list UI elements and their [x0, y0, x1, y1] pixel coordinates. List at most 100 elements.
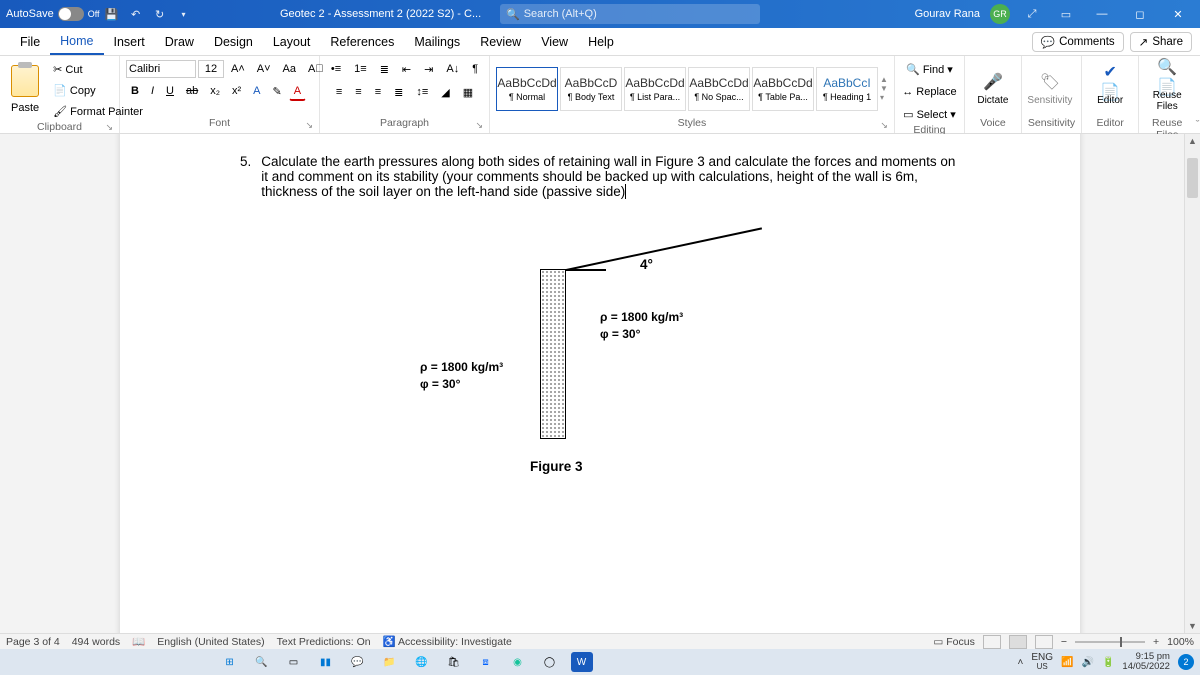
notifications-button[interactable]: 2 [1178, 654, 1194, 670]
paste-button[interactable]: Paste [6, 99, 44, 117]
dialog-launcher-icon[interactable]: ↘ [305, 120, 313, 131]
find-button[interactable]: 🔍 Find ▾ [901, 60, 958, 79]
scroll-thumb[interactable] [1187, 158, 1198, 198]
text-predictions-indicator[interactable]: Text Predictions: On [277, 636, 371, 648]
battery-icon[interactable]: 🔋 [1102, 657, 1114, 668]
align-left-button[interactable]: ≡ [331, 83, 347, 102]
word-icon[interactable]: W [571, 652, 593, 672]
highlight-button[interactable]: ✎ [268, 82, 287, 101]
collapse-ribbon-button[interactable]: ˇ [1195, 119, 1200, 133]
editor-button[interactable]: ✔📄Editor [1088, 71, 1132, 106]
taskbar-search-icon[interactable]: 🔍 [251, 652, 273, 672]
tab-insert[interactable]: Insert [104, 28, 155, 55]
zoom-level[interactable]: 100% [1167, 636, 1194, 648]
italic-button[interactable]: I [146, 82, 159, 101]
sensitivity-button[interactable]: 🏷Sensitivity [1028, 71, 1072, 106]
indent-button[interactable]: ⇥ [419, 60, 438, 79]
style-body-text[interactable]: AaBbCcD¶ Body Text [560, 67, 622, 111]
reuse-files-button[interactable]: 🔍📄Reuse Files [1145, 66, 1189, 112]
font-name-select[interactable] [126, 60, 196, 78]
dialog-launcher-icon[interactable]: ↘ [105, 122, 113, 133]
vertical-scrollbar[interactable]: ▲ ▼ [1184, 134, 1200, 633]
tab-help[interactable]: Help [578, 28, 624, 55]
start-button[interactable]: ⊞ [219, 652, 241, 672]
grammarly-icon[interactable]: ◉ [507, 652, 529, 672]
search-input[interactable]: 🔍 Search (Alt+Q) [500, 4, 760, 24]
share-button[interactable]: ↗Share [1130, 32, 1192, 52]
tab-file[interactable]: File [10, 28, 50, 55]
store-icon[interactable]: 🛍 [443, 652, 465, 672]
text-effects-button[interactable]: A [248, 82, 265, 101]
select-button[interactable]: ▭ Select ▾ [898, 105, 961, 124]
tab-draw[interactable]: Draw [155, 28, 204, 55]
task-view-icon[interactable]: ▭ [283, 652, 305, 672]
spell-check-icon[interactable]: 📖 [132, 635, 145, 648]
autosave-toggle[interactable]: AutoSave Off [6, 7, 100, 21]
dialog-launcher-icon[interactable]: ↘ [880, 120, 888, 131]
tab-references[interactable]: References [320, 28, 404, 55]
language-indicator[interactable]: English (United States) [157, 636, 264, 648]
shading-button[interactable]: ◢ [436, 83, 454, 102]
tab-mailings[interactable]: Mailings [404, 28, 470, 55]
scroll-up-icon[interactable]: ▲ [1185, 134, 1200, 148]
explorer-icon[interactable]: 📁 [379, 652, 401, 672]
chrome-icon[interactable]: ◯ [539, 652, 561, 672]
redo-icon[interactable]: ↻ [152, 8, 168, 21]
subscript-button[interactable]: x₂ [205, 82, 225, 101]
focus-mode-button[interactable]: ▭ Focus [933, 636, 974, 648]
user-name[interactable]: Gourav Rana [915, 8, 980, 20]
multilevel-button[interactable]: ≣ [375, 60, 394, 79]
comments-button[interactable]: 💬Comments [1032, 32, 1124, 52]
tab-home[interactable]: Home [50, 28, 103, 55]
style-normal[interactable]: AaBbCcDd¶ Normal [496, 67, 558, 111]
page-indicator[interactable]: Page 3 of 4 [6, 636, 60, 648]
line-spacing-button[interactable]: ↕≡ [411, 83, 433, 102]
edge-icon[interactable]: 🌐 [411, 652, 433, 672]
widgets-icon[interactable]: ▮▮ [315, 652, 337, 672]
grow-font-button[interactable]: A˄ [226, 60, 250, 78]
style-heading1[interactable]: AaBbCcI¶ Heading 1 [816, 67, 878, 111]
tray-overflow-icon[interactable]: ˄ [1018, 657, 1024, 668]
save-icon[interactable]: 💾 [104, 8, 120, 21]
dictate-button[interactable]: 🎤Dictate [971, 71, 1015, 106]
chat-icon[interactable]: 💬 [347, 652, 369, 672]
accessibility-indicator[interactable]: ♿ Accessibility: Investigate [383, 635, 512, 648]
align-right-button[interactable]: ≡ [370, 83, 386, 102]
numbering-button[interactable]: 1≡ [349, 60, 372, 79]
style-table-para[interactable]: AaBbCcDd¶ Table Pa... [752, 67, 814, 111]
volume-icon[interactable]: 🔊 [1082, 657, 1094, 668]
document-area[interactable]: 5. Calculate the earth pressures along b… [0, 134, 1184, 633]
word-count[interactable]: 494 words [72, 636, 120, 648]
document-title[interactable]: Geotec 2 - Assessment 2 (2022 S2) - C... [280, 8, 481, 20]
tab-review[interactable]: Review [470, 28, 531, 55]
bold-button[interactable]: B [126, 82, 144, 101]
replace-button[interactable]: ↔ Replace [897, 83, 961, 101]
superscript-button[interactable]: x² [227, 82, 246, 101]
undo-icon[interactable]: ↶ [128, 8, 144, 21]
wifi-icon[interactable]: 📶 [1061, 657, 1073, 668]
align-center-button[interactable]: ≡ [350, 83, 366, 102]
paste-icon[interactable] [11, 65, 39, 97]
underline-button[interactable]: U [161, 82, 179, 101]
tab-layout[interactable]: Layout [263, 28, 321, 55]
zoom-out-button[interactable]: − [1061, 636, 1067, 648]
user-avatar[interactable]: GR [990, 4, 1010, 24]
close-button[interactable]: ✕ [1164, 8, 1192, 21]
dialog-launcher-icon[interactable]: ↘ [475, 120, 483, 131]
web-layout-button[interactable] [1035, 635, 1053, 649]
style-list-para[interactable]: AaBbCcDd¶ List Para... [624, 67, 686, 111]
maximize-button[interactable]: ◻ [1126, 8, 1154, 21]
read-mode-button[interactable] [983, 635, 1001, 649]
change-case-button[interactable]: Aa [278, 60, 301, 78]
tab-design[interactable]: Design [204, 28, 263, 55]
print-layout-button[interactable] [1009, 635, 1027, 649]
tab-view[interactable]: View [531, 28, 578, 55]
shrink-font-button[interactable]: A˅ [252, 60, 276, 78]
qat-more-icon[interactable]: ▾ [176, 10, 192, 19]
outdent-button[interactable]: ⇤ [397, 60, 416, 79]
justify-button[interactable]: ≣ [389, 83, 408, 102]
show-marks-button[interactable]: ¶ [467, 60, 483, 79]
borders-button[interactable]: ▦ [458, 83, 478, 102]
strike-button[interactable]: ab [181, 82, 203, 101]
font-color-button[interactable]: A [289, 82, 306, 101]
